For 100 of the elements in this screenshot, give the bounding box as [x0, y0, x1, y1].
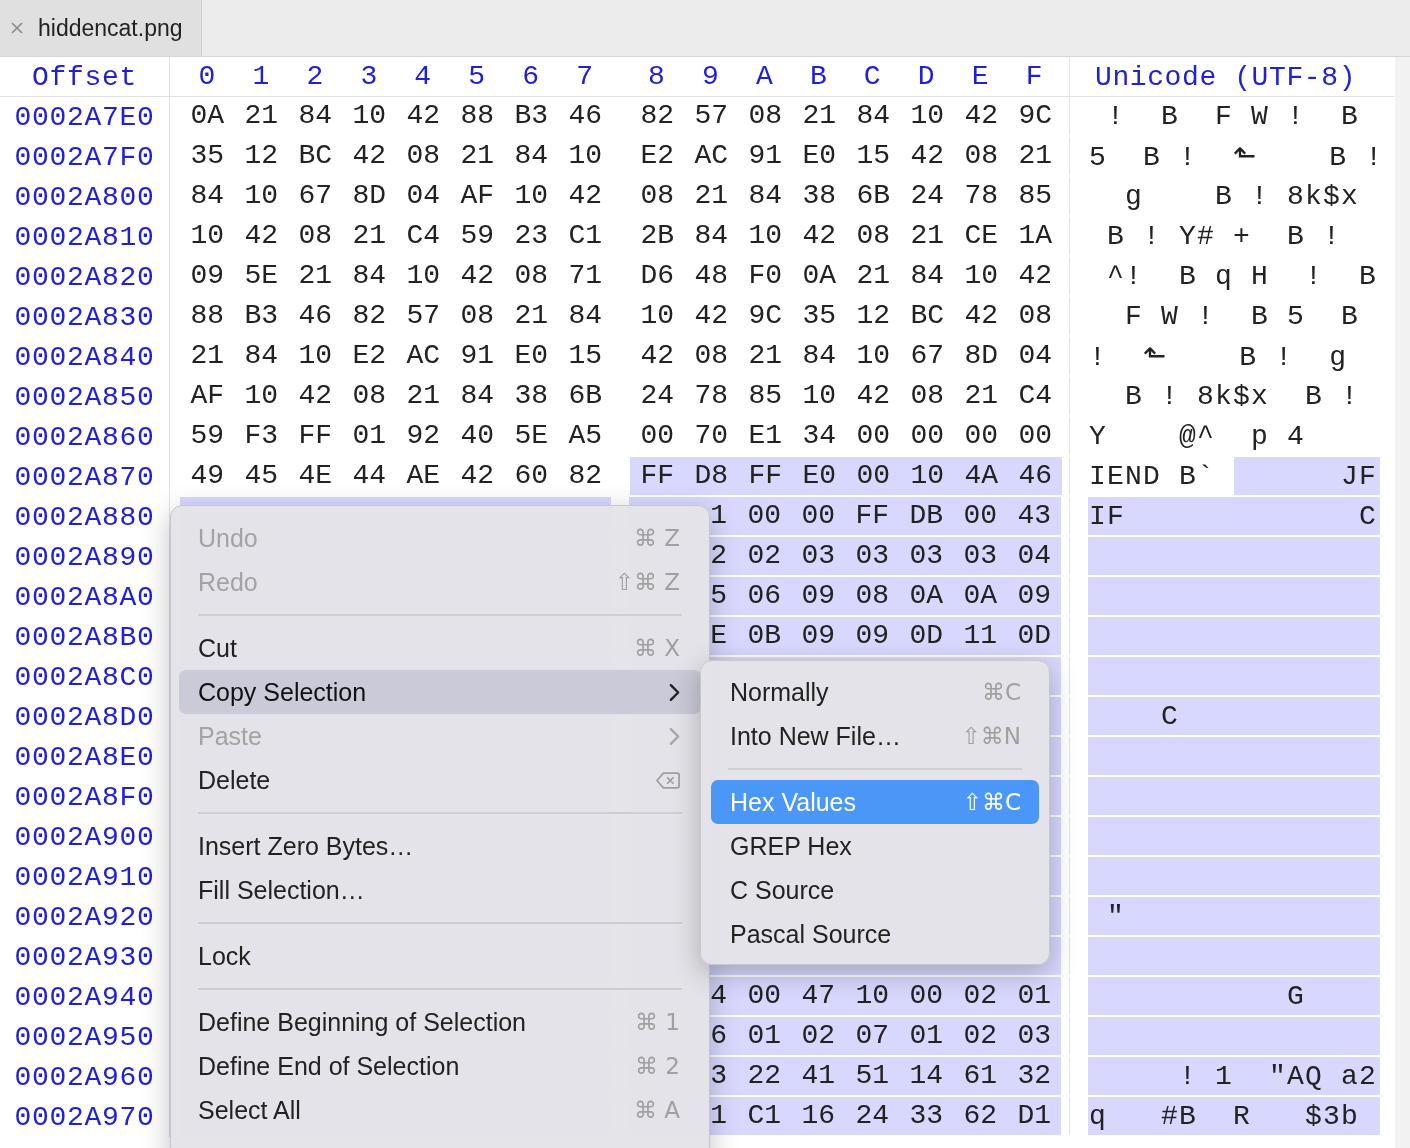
hex-byte: 06 [737, 577, 791, 615]
hex-byte: 51 [845, 1057, 899, 1095]
menu-item[interactable]: Pascal Source [711, 912, 1039, 956]
menu-item[interactable]: C Source [711, 868, 1039, 912]
hex-byte: 42 [963, 99, 999, 133]
hex-byte: 0A [189, 99, 225, 133]
hex-byte: 84 [909, 259, 945, 293]
hex-byte: 84 [513, 139, 549, 173]
chevron-right-icon [669, 682, 680, 702]
hex-byte: 10 [639, 299, 675, 333]
hex-byte: 15 [567, 339, 603, 373]
menu-item[interactable]: Copy Selection [179, 670, 701, 714]
hex-byte: F3 [243, 419, 279, 453]
hex-byte: AF [189, 379, 225, 413]
hex-byte: 84 [189, 179, 225, 213]
hex-byte: 38 [513, 379, 549, 413]
hex-byte: 12 [855, 299, 891, 333]
menu-item[interactable]: Normally ⌘C [711, 670, 1039, 714]
hex-byte: 08 [459, 299, 495, 333]
hex-byte: FF [630, 457, 684, 495]
hex-byte: 38 [801, 179, 837, 213]
hex-byte: B3 [243, 299, 279, 333]
close-icon[interactable] [10, 21, 24, 35]
hex-byte: 41 [791, 1057, 845, 1095]
hex-byte: BC [909, 299, 945, 333]
hex-byte: 71 [567, 259, 603, 293]
hex-byte: 10 [963, 259, 999, 293]
hex-byte: AE [405, 459, 441, 493]
unicode-text: B ! Y# + B ! [1106, 219, 1343, 254]
shortcut-label: ⇧⌘N [961, 723, 1021, 749]
hex-byte: DB [899, 497, 953, 535]
hex-byte: 0D [899, 617, 953, 655]
hex-byte: 07 [845, 1017, 899, 1055]
hex-byte: 21 [513, 299, 549, 333]
column-header: 2 [305, 60, 325, 94]
hex-byte: 42 [693, 299, 729, 333]
hex-byte: 00 [963, 419, 999, 453]
hex-byte: FF [738, 457, 792, 495]
unicode-text: ! ⬑ B ! g [1088, 341, 1349, 375]
hex-byte: 14 [899, 1057, 953, 1095]
hex-byte: 10 [747, 219, 783, 253]
hex-byte: 08 [845, 577, 899, 615]
hex-byte: 21 [963, 379, 999, 413]
hex-byte: 59 [459, 219, 495, 253]
column-header: 3 [359, 60, 379, 94]
unicode-text: ! B F W ! B [1106, 99, 1361, 134]
hex-byte: 42 [855, 379, 891, 413]
hex-byte: 43 [1007, 497, 1061, 535]
hex-byte: 4A [954, 457, 1008, 495]
hex-byte: 46 [567, 99, 603, 133]
menu-item[interactable]: Lock [179, 934, 701, 978]
hex-byte: 21 [747, 339, 783, 373]
hex-byte: 02 [953, 1017, 1007, 1055]
unicode-text: Y @^ p 4 [1088, 419, 1307, 454]
hex-byte: B3 [513, 99, 549, 133]
menu-item[interactable]: Fill Selection… [179, 868, 701, 912]
shortcut-label: ⌘ 2 [635, 1053, 680, 1079]
hex-byte: 84 [243, 339, 279, 373]
hex-byte: 10 [567, 139, 603, 173]
file-tab[interactable]: hiddencat.png [0, 0, 202, 56]
hex-byte: 6B [567, 379, 603, 413]
hex-byte: 24 [639, 379, 675, 413]
hex-byte: 10 [405, 259, 441, 293]
hex-byte: 35 [189, 139, 225, 173]
hex-byte: E2 [639, 139, 675, 173]
hex-byte: 92 [405, 419, 441, 453]
hex-byte: 21 [1017, 139, 1053, 173]
hex-byte: 78 [963, 179, 999, 213]
menu-item[interactable]: GREP Hex [711, 824, 1039, 868]
offset-label: 0002A7E0 [0, 97, 170, 137]
hex-byte: 5E [243, 259, 279, 293]
hex-byte: 6B [855, 179, 891, 213]
hex-byte: F0 [747, 259, 783, 293]
hex-byte: 00 [909, 419, 945, 453]
column-header: B [808, 60, 828, 94]
hex-byte: 08 [639, 179, 675, 213]
shortcut-label: ⌘ Z [633, 525, 680, 551]
hex-byte: 23 [513, 219, 549, 253]
column-header: F [1024, 60, 1044, 94]
hex-byte: 42 [801, 219, 837, 253]
menu-item[interactable]: Delete [179, 758, 701, 802]
hex-byte: 09 [791, 617, 845, 655]
hex-byte: 48 [693, 259, 729, 293]
hex-byte: 10 [243, 179, 279, 213]
hex-byte: E2 [351, 339, 387, 373]
hex-byte: C1 [567, 219, 603, 253]
shortcut-label: ⌘C [981, 679, 1021, 705]
hex-byte: 01 [737, 1017, 791, 1055]
hex-byte: 84 [693, 219, 729, 253]
menu-item[interactable]: Insert Zero Bytes… [179, 824, 701, 868]
hex-byte: D8 [684, 457, 738, 495]
menu-item[interactable]: Into New File… ⇧⌘N [711, 714, 1039, 758]
unicode-text: C [1088, 697, 1380, 735]
hex-byte: C4 [405, 219, 441, 253]
hex-byte: 21 [351, 219, 387, 253]
hex-byte: 21 [855, 259, 891, 293]
unicode-text: B ! 8k$x B ! [1124, 379, 1361, 414]
hex-byte: 82 [639, 99, 675, 133]
hex-byte: 02 [953, 977, 1007, 1015]
hex-byte: 57 [693, 99, 729, 133]
